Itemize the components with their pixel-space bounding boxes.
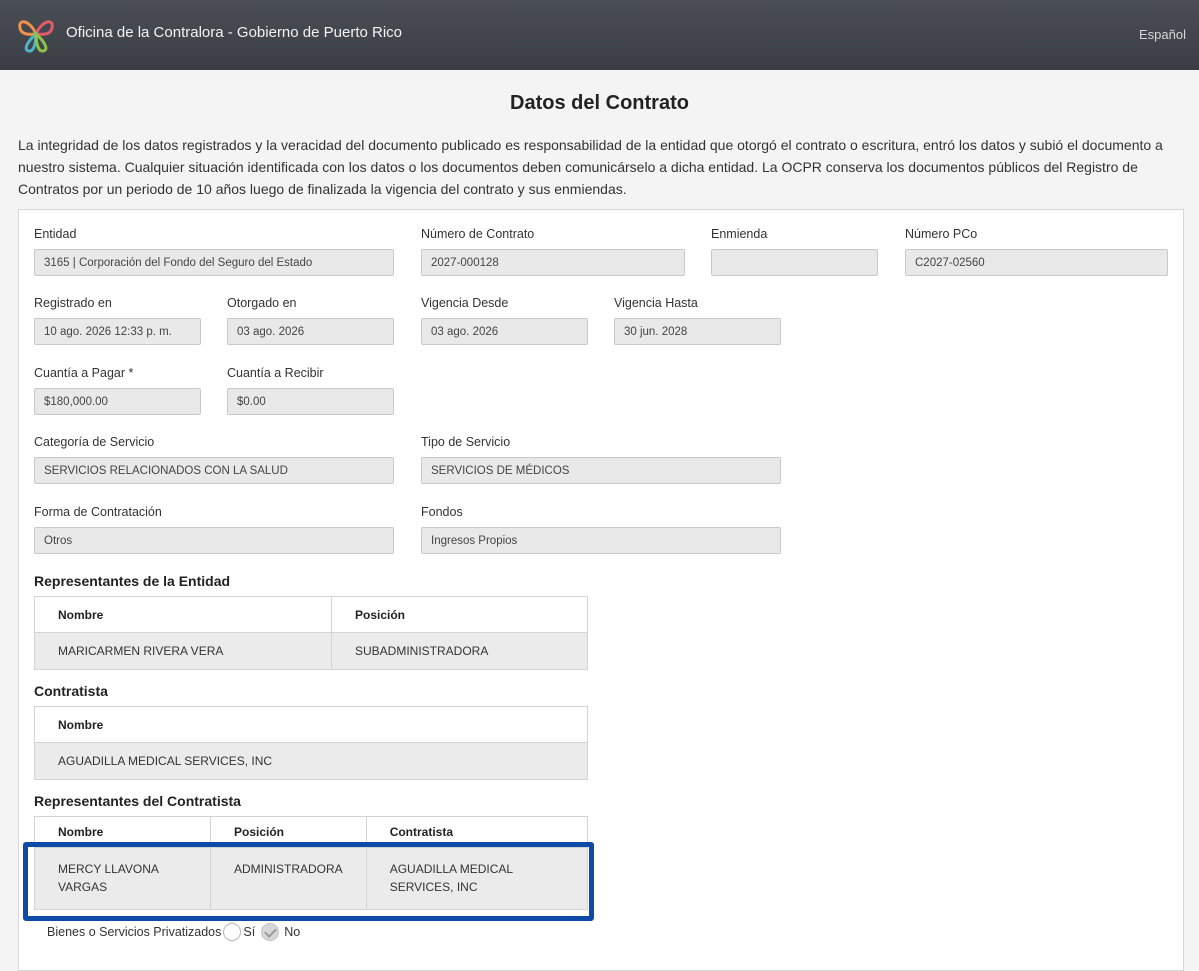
representantes-contratista-title: Representantes del Contratista (34, 793, 241, 809)
app-title: Oficina de la Contralora - Gobierno de P… (66, 24, 403, 41)
intro-text: La integridad de los datos registrados y… (18, 137, 1163, 197)
representantes-contratista-table: Nombre Posición Contratista MERCY LLAVON… (34, 816, 589, 910)
numero-pco-field: C2027-02560 (905, 249, 1168, 276)
numero-pco-label: Número PCo (905, 227, 978, 241)
language-link[interactable]: Español (1139, 27, 1186, 42)
cuantia-recibir-label: Cuantía a Recibir (227, 366, 324, 380)
cell-posicion: SUBADMINISTRADORA (331, 632, 588, 670)
enmienda-label: Enmienda (711, 227, 768, 241)
categoria-servicio-label: Categoría de Servicio (34, 435, 155, 449)
numero-contrato-label: Número de Contrato (421, 227, 535, 241)
page-title: Datos del Contrato (510, 92, 689, 114)
privatizados-group: Bienes o Servicios Privatizados Sí No (47, 922, 300, 942)
registrado-label: Registrado en (34, 296, 112, 310)
fondos-field: Ingresos Propios (421, 527, 781, 554)
cell-contratista: AGUADILLA MEDICAL SERVICES, INC (365, 847, 589, 910)
col-nombre: Nombre (34, 706, 588, 743)
radio-no-label: No (284, 925, 301, 939)
col-posicion: Posición (210, 816, 367, 848)
radio-si[interactable] (223, 923, 242, 941)
table-row: MERCY LLAVONA VARGAS ADMINISTRADORA AGUA… (34, 847, 589, 910)
entidad-label: Entidad (34, 227, 77, 241)
forma-contratacion-field: Otros (34, 527, 394, 554)
radio-no[interactable] (261, 923, 280, 941)
enmienda-field (711, 249, 878, 276)
col-nombre: Nombre (34, 816, 211, 848)
categoria-servicio-field: SERVICIOS RELACIONADOS CON LA SALUD (34, 457, 394, 484)
contratista-title: Contratista (34, 683, 108, 699)
contratista-table: Nombre AGUADILLA MEDICAL SERVICES, INC (34, 706, 588, 780)
representantes-entidad-table: Nombre Posición MARICARMEN RIVERA VERA S… (34, 596, 588, 670)
table-row: MARICARMEN RIVERA VERA SUBADMINISTRADORA (34, 632, 588, 670)
tipo-servicio-field: SERVICIOS DE MÉDICOS (421, 457, 781, 484)
cuantia-recibir-field: $0.00 (227, 388, 394, 415)
vigencia-hasta-field: 30 jun. 2028 (614, 318, 781, 345)
col-nombre: Nombre (34, 596, 332, 633)
cuantia-pagar-label: Cuantía a Pagar * (34, 366, 134, 380)
forma-contratacion-label: Forma de Contratación (34, 505, 162, 519)
numero-contrato-field: 2027-000128 (421, 249, 685, 276)
cell-posicion: ADMINISTRADORA (210, 847, 367, 910)
vigencia-hasta-label: Vigencia Hasta (614, 296, 698, 310)
cell-nombre: AGUADILLA MEDICAL SERVICES, INC (34, 742, 588, 780)
registrado-field: 10 ago. 2026 12:33 p. m. (34, 318, 201, 345)
contract-card: Entidad 3165 | Corporación del Fondo del… (18, 209, 1184, 971)
col-contratista: Contratista (365, 816, 589, 848)
col-posicion: Posición (331, 596, 588, 633)
table-row: AGUADILLA MEDICAL SERVICES, INC (34, 742, 588, 780)
vigencia-desde-field: 03 ago. 2026 (421, 318, 588, 345)
fondos-label: Fondos (421, 505, 463, 519)
representantes-entidad-title: Representantes de la Entidad (34, 573, 231, 589)
otorgado-field: 03 ago. 2026 (227, 318, 394, 345)
cell-nombre: MERCY LLAVONA VARGAS (34, 847, 211, 910)
vigencia-desde-label: Vigencia Desde (421, 296, 509, 310)
otorgado-label: Otorgado en (227, 296, 297, 310)
butterfly-logo-icon (18, 20, 54, 53)
entidad-field: 3165 | Corporación del Fondo del Seguro … (34, 249, 394, 276)
radio-si-label: Sí (243, 925, 256, 939)
privatizados-label: Bienes o Servicios Privatizados (47, 925, 222, 939)
tipo-servicio-label: Tipo de Servicio (421, 435, 511, 449)
cell-nombre: MARICARMEN RIVERA VERA (34, 632, 332, 670)
cuantia-pagar-field: $180,000.00 (34, 388, 201, 415)
top-navbar: Oficina de la Contralora - Gobierno de P… (0, 0, 1199, 70)
